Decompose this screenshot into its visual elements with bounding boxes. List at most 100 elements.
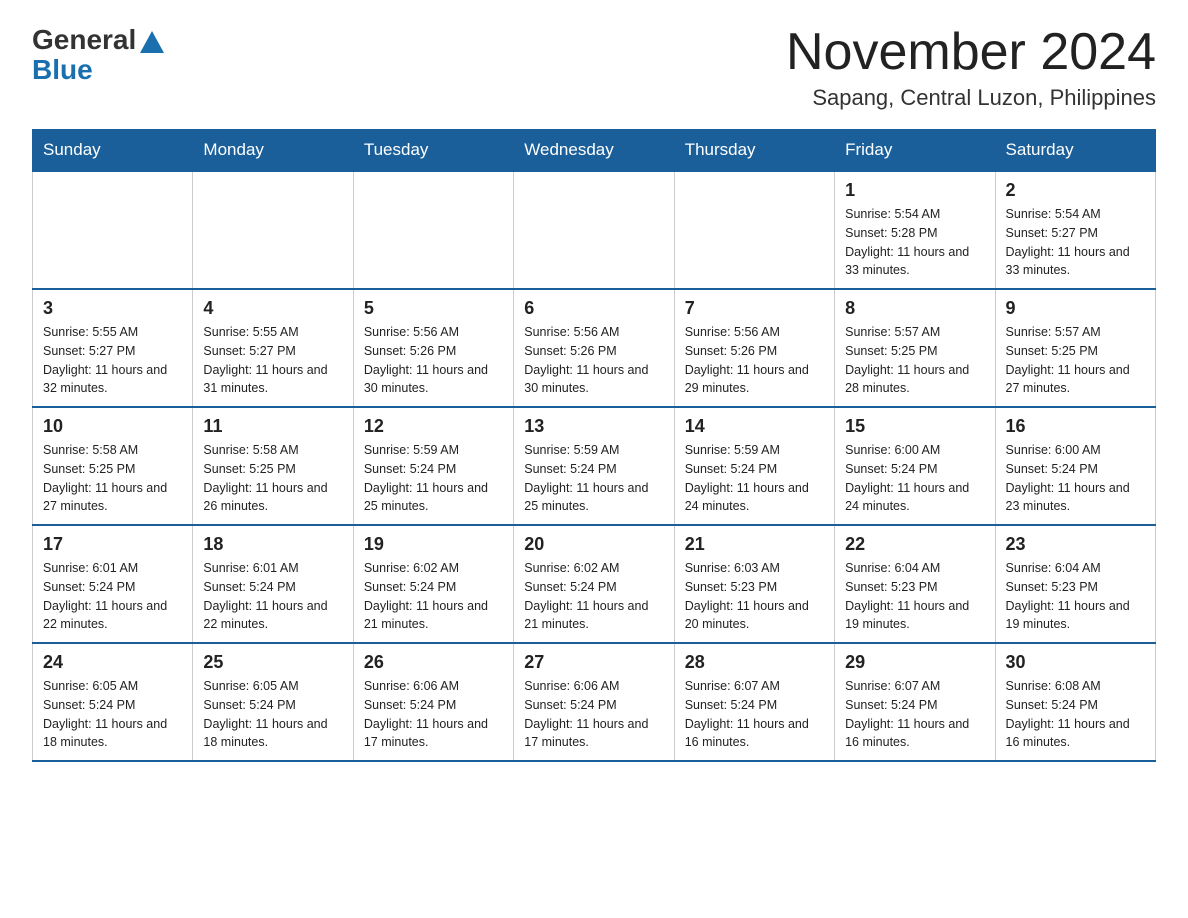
day-info: Sunrise: 5:59 AMSunset: 5:24 PMDaylight:… bbox=[685, 441, 824, 516]
calendar-cell: 15Sunrise: 6:00 AMSunset: 5:24 PMDayligh… bbox=[835, 407, 995, 525]
day-info: Sunrise: 5:59 AMSunset: 5:24 PMDaylight:… bbox=[364, 441, 503, 516]
header: General Blue November 2024 Sapang, Centr… bbox=[32, 24, 1156, 111]
calendar-cell: 11 Sunrise: 5:58 AMSunset: 5:25 PMDayligh… bbox=[193, 407, 353, 525]
calendar-cell: 9Sunrise: 5:57 AMSunset: 5:25 PMDaylight… bbox=[995, 289, 1155, 407]
day-number: 5 bbox=[364, 298, 503, 319]
day-info: Sunrise: 5:56 AMSunset: 5:26 PMDaylight:… bbox=[364, 323, 503, 398]
day-info: Sunrise: 5:56 AMSunset: 5:26 PMDaylight:… bbox=[524, 323, 663, 398]
day-number: 29 bbox=[845, 652, 984, 673]
day-info: Sunrise: 5:55 AMSunset: 5:27 PMDaylight:… bbox=[43, 323, 182, 398]
day-number: 10 bbox=[43, 416, 182, 437]
logo-general-text: General bbox=[32, 24, 136, 56]
day-number: 4 bbox=[203, 298, 342, 319]
title-area: November 2024 Sapang, Central Luzon, Phi… bbox=[786, 24, 1156, 111]
logo: General Blue bbox=[32, 24, 164, 86]
day-number: 3 bbox=[43, 298, 182, 319]
calendar-cell: 7 Sunrise: 5:56 AMSunset: 5:26 PMDaylight… bbox=[674, 289, 834, 407]
calendar-cell: 26Sunrise: 6:06 AMSunset: 5:24 PMDayligh… bbox=[353, 643, 513, 761]
calendar-cell: 13Sunrise: 5:59 AMSunset: 5:24 PMDayligh… bbox=[514, 407, 674, 525]
day-info: Sunrise: 6:01 AMSunset: 5:24 PMDaylight:… bbox=[43, 559, 182, 634]
day-number: 2 bbox=[1006, 180, 1145, 201]
day-number: 23 bbox=[1006, 534, 1145, 555]
calendar-cell: 28 Sunrise: 6:07 AMSunset: 5:24 PMDayligh… bbox=[674, 643, 834, 761]
day-info: Sunrise: 5:58 AMSunset: 5:25 PMDaylight:… bbox=[203, 441, 342, 516]
calendar-cell: 17 Sunrise: 6:01 AMSunset: 5:24 PMDayligh… bbox=[33, 525, 193, 643]
day-number: 17 bbox=[43, 534, 182, 555]
calendar-cell: 2 Sunrise: 5:54 AMSunset: 5:27 PMDaylight… bbox=[995, 171, 1155, 289]
calendar-cell: 6 Sunrise: 5:56 AMSunset: 5:26 PMDaylight… bbox=[514, 289, 674, 407]
day-info: Sunrise: 6:07 AMSunset: 5:24 PMDaylight:… bbox=[845, 677, 984, 752]
calendar-cell: 12Sunrise: 5:59 AMSunset: 5:24 PMDayligh… bbox=[353, 407, 513, 525]
weekday-header-wednesday: Wednesday bbox=[514, 130, 674, 172]
calendar-cell: 5 Sunrise: 5:56 AMSunset: 5:26 PMDaylight… bbox=[353, 289, 513, 407]
day-number: 28 bbox=[685, 652, 824, 673]
calendar-week-row-3: 10 Sunrise: 5:58 AMSunset: 5:25 PMDayligh… bbox=[33, 407, 1156, 525]
calendar-week-row-4: 17 Sunrise: 6:01 AMSunset: 5:24 PMDayligh… bbox=[33, 525, 1156, 643]
day-number: 18 bbox=[203, 534, 342, 555]
calendar-cell bbox=[353, 171, 513, 289]
weekday-header-row: SundayMondayTuesdayWednesdayThursdayFrid… bbox=[33, 130, 1156, 172]
weekday-header-saturday: Saturday bbox=[995, 130, 1155, 172]
day-info: Sunrise: 6:05 AMSunset: 5:24 PMDaylight:… bbox=[203, 677, 342, 752]
day-info: Sunrise: 5:56 AMSunset: 5:26 PMDaylight:… bbox=[685, 323, 824, 398]
day-info: Sunrise: 6:06 AMSunset: 5:24 PMDaylight:… bbox=[364, 677, 503, 752]
calendar-cell: 27Sunrise: 6:06 AMSunset: 5:24 PMDayligh… bbox=[514, 643, 674, 761]
day-info: Sunrise: 5:54 AMSunset: 5:27 PMDaylight:… bbox=[1006, 205, 1145, 280]
day-number: 6 bbox=[524, 298, 663, 319]
calendar-cell bbox=[193, 171, 353, 289]
calendar-cell: 22 Sunrise: 6:04 AMSunset: 5:23 PMDayligh… bbox=[835, 525, 995, 643]
day-number: 7 bbox=[685, 298, 824, 319]
day-number: 22 bbox=[845, 534, 984, 555]
calendar-cell: 29 Sunrise: 6:07 AMSunset: 5:24 PMDayligh… bbox=[835, 643, 995, 761]
day-info: Sunrise: 6:01 AMSunset: 5:24 PMDaylight:… bbox=[203, 559, 342, 634]
calendar-week-row-1: 1 Sunrise: 5:54 AMSunset: 5:28 PMDaylight… bbox=[33, 171, 1156, 289]
logo-triangle-icon bbox=[140, 31, 164, 53]
day-info: Sunrise: 6:02 AMSunset: 5:24 PMDaylight:… bbox=[524, 559, 663, 634]
calendar-cell bbox=[674, 171, 834, 289]
calendar-week-row-5: 24 Sunrise: 6:05 AMSunset: 5:24 PMDayligh… bbox=[33, 643, 1156, 761]
calendar-cell: 18 Sunrise: 6:01 AMSunset: 5:24 PMDayligh… bbox=[193, 525, 353, 643]
day-info: Sunrise: 5:57 AMSunset: 5:25 PMDaylight:… bbox=[1006, 323, 1145, 398]
day-info: Sunrise: 6:02 AMSunset: 5:24 PMDaylight:… bbox=[364, 559, 503, 634]
day-info: Sunrise: 6:08 AMSunset: 5:24 PMDaylight:… bbox=[1006, 677, 1145, 752]
day-number: 24 bbox=[43, 652, 182, 673]
weekday-header-sunday: Sunday bbox=[33, 130, 193, 172]
calendar-cell: 25Sunrise: 6:05 AMSunset: 5:24 PMDayligh… bbox=[193, 643, 353, 761]
day-info: Sunrise: 6:03 AMSunset: 5:23 PMDaylight:… bbox=[685, 559, 824, 634]
day-info: Sunrise: 6:05 AMSunset: 5:24 PMDaylight:… bbox=[43, 677, 182, 752]
calendar-cell: 19 Sunrise: 6:02 AMSunset: 5:24 PMDayligh… bbox=[353, 525, 513, 643]
day-info: Sunrise: 5:54 AMSunset: 5:28 PMDaylight:… bbox=[845, 205, 984, 280]
calendar-cell: 3 Sunrise: 5:55 AMSunset: 5:27 PMDaylight… bbox=[33, 289, 193, 407]
day-number: 30 bbox=[1006, 652, 1145, 673]
logo-blue-text: Blue bbox=[32, 54, 93, 86]
calendar-cell: 16Sunrise: 6:00 AMSunset: 5:24 PMDayligh… bbox=[995, 407, 1155, 525]
weekday-header-tuesday: Tuesday bbox=[353, 130, 513, 172]
day-info: Sunrise: 5:57 AMSunset: 5:25 PMDaylight:… bbox=[845, 323, 984, 398]
calendar-week-row-2: 3 Sunrise: 5:55 AMSunset: 5:27 PMDaylight… bbox=[33, 289, 1156, 407]
month-year-title: November 2024 bbox=[786, 24, 1156, 81]
calendar-cell: 21Sunrise: 6:03 AMSunset: 5:23 PMDayligh… bbox=[674, 525, 834, 643]
day-number: 13 bbox=[524, 416, 663, 437]
weekday-header-monday: Monday bbox=[193, 130, 353, 172]
day-number: 14 bbox=[685, 416, 824, 437]
weekday-header-friday: Friday bbox=[835, 130, 995, 172]
day-info: Sunrise: 6:06 AMSunset: 5:24 PMDaylight:… bbox=[524, 677, 663, 752]
day-info: Sunrise: 6:04 AMSunset: 5:23 PMDaylight:… bbox=[845, 559, 984, 634]
calendar-cell: 4 Sunrise: 5:55 AMSunset: 5:27 PMDaylight… bbox=[193, 289, 353, 407]
calendar-cell: 14 Sunrise: 5:59 AMSunset: 5:24 PMDayligh… bbox=[674, 407, 834, 525]
calendar-table: SundayMondayTuesdayWednesdayThursdayFrid… bbox=[32, 129, 1156, 762]
day-info: Sunrise: 6:00 AMSunset: 5:24 PMDaylight:… bbox=[1006, 441, 1145, 516]
calendar-cell: 8Sunrise: 5:57 AMSunset: 5:25 PMDaylight… bbox=[835, 289, 995, 407]
day-number: 19 bbox=[364, 534, 503, 555]
day-info: Sunrise: 5:55 AMSunset: 5:27 PMDaylight:… bbox=[203, 323, 342, 398]
day-info: Sunrise: 5:58 AMSunset: 5:25 PMDaylight:… bbox=[43, 441, 182, 516]
day-number: 11 bbox=[203, 416, 342, 437]
calendar-cell: 20 Sunrise: 6:02 AMSunset: 5:24 PMDayligh… bbox=[514, 525, 674, 643]
day-info: Sunrise: 6:04 AMSunset: 5:23 PMDaylight:… bbox=[1006, 559, 1145, 634]
day-info: Sunrise: 6:07 AMSunset: 5:24 PMDaylight:… bbox=[685, 677, 824, 752]
day-number: 20 bbox=[524, 534, 663, 555]
day-number: 1 bbox=[845, 180, 984, 201]
day-info: Sunrise: 6:00 AMSunset: 5:24 PMDaylight:… bbox=[845, 441, 984, 516]
calendar-cell: 23 Sunrise: 6:04 AMSunset: 5:23 PMDayligh… bbox=[995, 525, 1155, 643]
calendar-cell bbox=[514, 171, 674, 289]
